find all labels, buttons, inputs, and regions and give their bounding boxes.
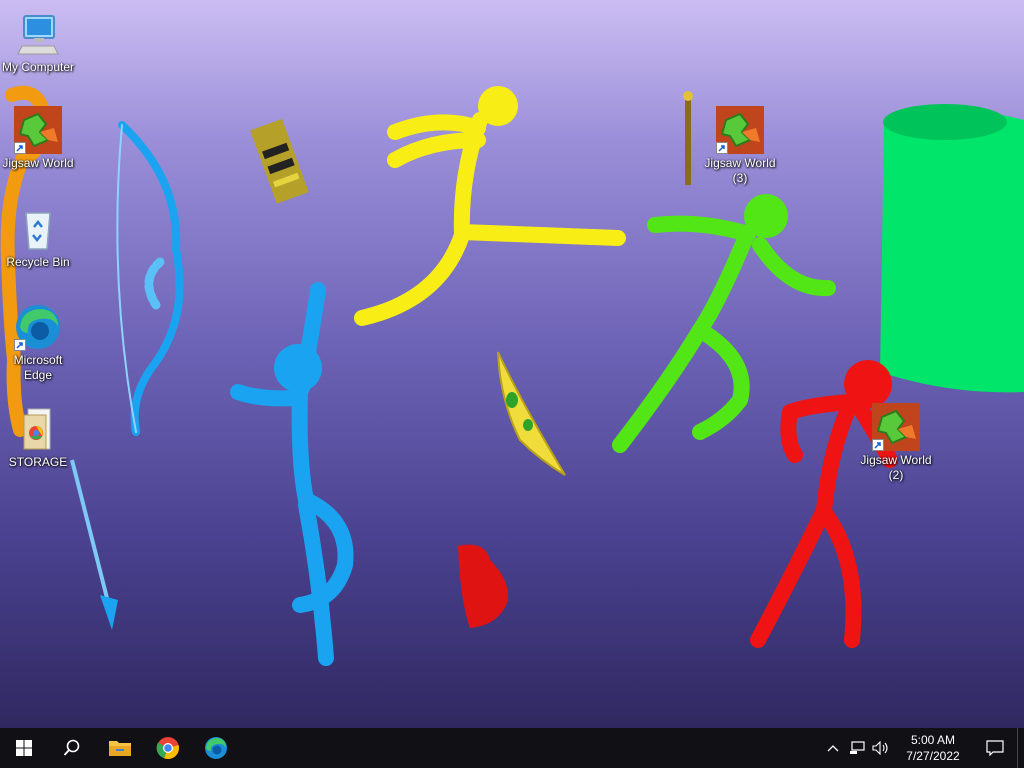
file-explorer-icon [109,741,131,756]
clock-time: 5:00 AM [910,733,956,747]
blue-figure [230,282,354,666]
show-hidden-icons-button[interactable] [821,728,845,768]
taskbar-edge[interactable] [192,728,240,768]
golden-staff [683,91,693,185]
clock[interactable]: 5:00 AM 7/27/2022 [893,732,973,764]
red-figure [750,360,898,648]
shortcut-arrow-icon [872,439,884,451]
desktop-icon-jigsaw-world-2[interactable]: Jigsaw World (2) [858,403,934,483]
recycle-bin-icon [14,205,62,253]
taskbar-chrome[interactable] [144,728,192,768]
wallpaper-drawing [0,85,1024,666]
start-button[interactable] [0,728,48,768]
icon-label: Recycle Bin [6,255,70,269]
shortcut-arrow-icon [716,142,728,154]
chevron-up-icon [827,745,839,752]
volume-button[interactable] [869,728,893,768]
desktop-icon-jigsaw-world[interactable]: Jigsaw World [0,106,76,171]
search-icon [63,739,80,756]
jigsaw-puzzle-icon [872,403,920,451]
computer-icon [14,10,62,58]
red-block [458,544,509,628]
yellow-sword [497,351,566,476]
blue-arrow [70,459,118,630]
shortcut-arrow-icon [14,142,26,154]
icon-label: Jigsaw World (3) [704,156,776,185]
gold-scroll [250,118,309,204]
network-icon [850,741,865,754]
icon-label: Jigsaw World [2,156,74,170]
shortcut-arrow-icon [14,339,26,351]
icon-label: Jigsaw World (2) [860,453,932,482]
desktop-icon-jigsaw-world-3[interactable]: Jigsaw World (3) [702,106,778,186]
jigsaw-puzzle-icon [14,106,62,154]
show-desktop-button[interactable] [1017,728,1024,768]
blue-bow [116,121,184,436]
desktop-icon-microsoft-edge[interactable]: Microsoft Edge [0,303,76,383]
taskbar: 5:00 AM 7/27/2022 [0,728,1024,768]
search-button[interactable] [48,728,96,768]
notification-icon [986,740,1004,756]
volume-icon [872,741,888,755]
icon-label: Microsoft Edge [13,353,63,382]
green-cylinder [880,104,1024,393]
chrome-icon [156,737,179,760]
taskbar-file-explorer[interactable] [96,728,144,768]
system-tray: 5:00 AM 7/27/2022 [821,728,1024,768]
action-center-button[interactable] [973,728,1017,768]
icon-label: My Computer [1,60,75,74]
desktop-icon-my-computer[interactable]: My Computer [0,10,76,75]
network-button[interactable] [845,728,869,768]
jigsaw-puzzle-icon [716,106,764,154]
edge-icon [14,303,62,351]
desktop-icon-recycle-bin[interactable]: Recycle Bin [0,205,76,270]
edge-icon [205,737,227,759]
icon-label: STORAGE [8,455,68,469]
folder-icon [14,405,62,453]
yellow-figure [354,86,626,326]
windows-logo-icon [16,740,32,756]
desktop-icon-storage[interactable]: STORAGE [0,405,76,470]
clock-date: 7/27/2022 [906,749,960,763]
